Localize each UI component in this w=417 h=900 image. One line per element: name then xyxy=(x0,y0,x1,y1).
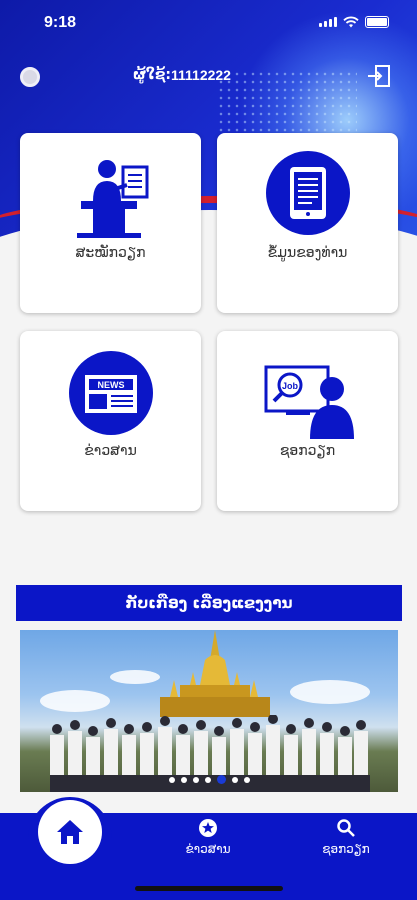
section-banner: ກັບເກືອງ ເລື່ອງແຂງງານ xyxy=(16,585,402,621)
carousel-dot[interactable] xyxy=(204,776,211,783)
tab-home[interactable] xyxy=(38,800,102,864)
wifi-icon xyxy=(343,16,359,28)
card-label-apply-job: ສະໝັກວຽກ xyxy=(75,245,146,261)
home-icon xyxy=(57,820,83,844)
tablet-profile-icon xyxy=(265,151,350,235)
tab-search[interactable]: ຊອກວຽກ xyxy=(306,818,386,856)
carousel-dot[interactable] xyxy=(168,776,175,783)
status-bar: 9:18 xyxy=(0,0,417,46)
cloud xyxy=(40,690,110,712)
job-application-icon xyxy=(76,160,148,238)
news-icon: NEWS xyxy=(68,351,153,435)
card-news[interactable]: NEWS ຂ່າວສານ xyxy=(20,331,201,511)
card-job-search[interactable]: Job ຊອກວຽກ xyxy=(217,331,398,511)
battery-icon xyxy=(365,16,389,28)
carousel-dot[interactable] xyxy=(180,776,187,783)
carousel-dot-active[interactable] xyxy=(216,775,226,784)
settings-icon[interactable] xyxy=(20,67,40,87)
search-icon xyxy=(337,819,355,837)
tab-news-label: ຂ່າວສານ xyxy=(185,842,231,856)
signal-icon xyxy=(319,17,337,27)
carousel-dot[interactable] xyxy=(231,776,238,783)
tab-search-label: ຊອກວຽກ xyxy=(322,842,370,856)
carousel-dot[interactable] xyxy=(243,776,250,783)
status-time: 9:18 xyxy=(44,14,77,31)
card-label-job-search: ຊອກວຽກ xyxy=(279,443,336,459)
job-search-icon: Job xyxy=(264,365,354,439)
status-icons xyxy=(319,16,389,28)
logout-icon[interactable] xyxy=(365,62,393,90)
cloud xyxy=(290,680,370,704)
card-label-news: ຂ່າວສານ xyxy=(84,443,137,459)
svg-text:NEWS: NEWS xyxy=(97,380,124,390)
carousel-image[interactable] xyxy=(20,630,398,792)
home-indicator xyxy=(135,886,283,891)
card-label-your-info: ຂໍ້ມູນຂອງທ່ານ xyxy=(267,245,348,261)
star-icon xyxy=(199,819,217,837)
carousel-dots[interactable] xyxy=(20,775,398,784)
tab-news[interactable]: ຂ່າວສານ xyxy=(168,818,248,856)
svg-text:Job: Job xyxy=(281,381,298,391)
user-label: ຜູ້ໃຊ້: xyxy=(133,67,172,83)
carousel-dot[interactable] xyxy=(192,776,199,783)
card-your-info[interactable]: ຂໍ້ມູນຂອງທ່ານ xyxy=(217,133,398,313)
app-header: ຜູ້ໃຊ້: 11112222 xyxy=(0,60,417,94)
card-apply-job[interactable]: ສະໝັກວຽກ xyxy=(20,133,201,313)
user-id: 11112222 xyxy=(171,67,231,83)
